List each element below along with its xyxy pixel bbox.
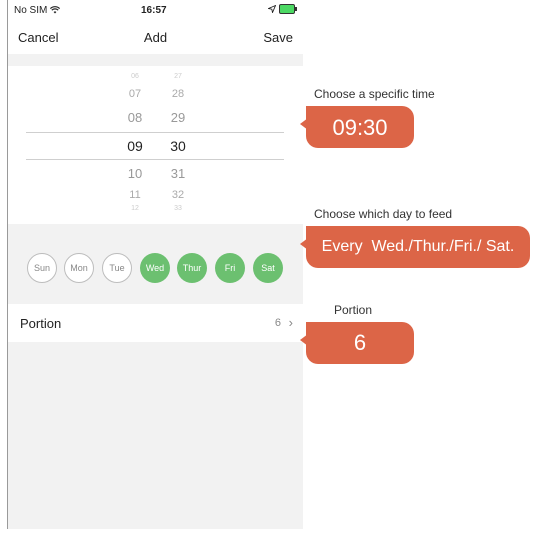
days-callout-value: Every Wed./Thur./Fri./ Sat. (321, 238, 515, 255)
days-callout: Every Wed./Thur./Fri./ Sat. (300, 226, 530, 268)
minute-option[interactable]: 33 (158, 205, 198, 212)
day-toggle-thur[interactable]: Thur (177, 253, 207, 283)
status-bar: No SIM 16:57 (8, 0, 303, 22)
phone-screen: No SIM 16:57 Cancel Add Save 06 07 08 09 (8, 0, 303, 529)
day-toggle-wed[interactable]: Wed (140, 253, 170, 283)
minute-option-selected[interactable]: 30 (158, 138, 198, 154)
time-callout-value: 09:30 (332, 115, 388, 140)
chevron-right-icon: › (288, 315, 293, 330)
picker-selection-bottom (26, 159, 284, 160)
hour-option[interactable]: 10 (115, 166, 155, 181)
minute-option[interactable]: 32 (158, 189, 198, 201)
portion-callout: 6 (300, 322, 414, 364)
wifi-icon (50, 6, 61, 14)
minute-option[interactable]: 28 (158, 88, 198, 100)
day-toggle-sat[interactable]: Sat (253, 253, 283, 283)
battery-charging-icon (279, 4, 297, 14)
hour-option[interactable]: 12 (115, 205, 155, 212)
hour-option-selected[interactable]: 09 (115, 138, 155, 154)
days-caption: Choose which day to feed (314, 207, 453, 221)
day-toggle-fri[interactable]: Fri (215, 253, 245, 283)
minute-option[interactable]: 27 (158, 73, 198, 80)
time-caption: Choose a specific time (314, 87, 435, 101)
time-picker[interactable]: 06 07 08 09 10 11 12 27 28 29 30 31 32 3… (8, 66, 303, 224)
portion-callout-value: 6 (353, 330, 367, 355)
location-arrow-icon (268, 5, 276, 13)
hour-option[interactable]: 08 (115, 110, 155, 125)
minute-option[interactable]: 31 (158, 166, 198, 181)
hour-option[interactable]: 06 (115, 73, 155, 80)
nav-bar: Cancel Add Save (8, 22, 303, 54)
day-toggle-sun[interactable]: Sun (27, 253, 57, 283)
day-toggle-tue[interactable]: Tue (102, 253, 132, 283)
day-toggle-mon[interactable]: Mon (64, 253, 94, 283)
page-title: Add (143, 30, 168, 45)
time-callout: 09:30 (300, 106, 414, 148)
status-time: 16:57 (141, 5, 167, 16)
portion-row[interactable]: Portion 6 › (8, 304, 303, 342)
save-button[interactable]: Save (263, 30, 293, 45)
picker-selection-top (26, 132, 284, 133)
portion-value: 6 (274, 317, 281, 329)
hour-option[interactable]: 11 (115, 189, 155, 201)
carrier-label: No SIM (14, 5, 61, 16)
hour-option[interactable]: 07 (115, 88, 155, 100)
portion-caption: Portion (334, 303, 373, 317)
portion-label: Portion (20, 316, 62, 331)
minute-option[interactable]: 29 (158, 110, 198, 125)
weekday-selector: Sun Mon Tue Wed Thur Fri Sat (8, 236, 303, 300)
